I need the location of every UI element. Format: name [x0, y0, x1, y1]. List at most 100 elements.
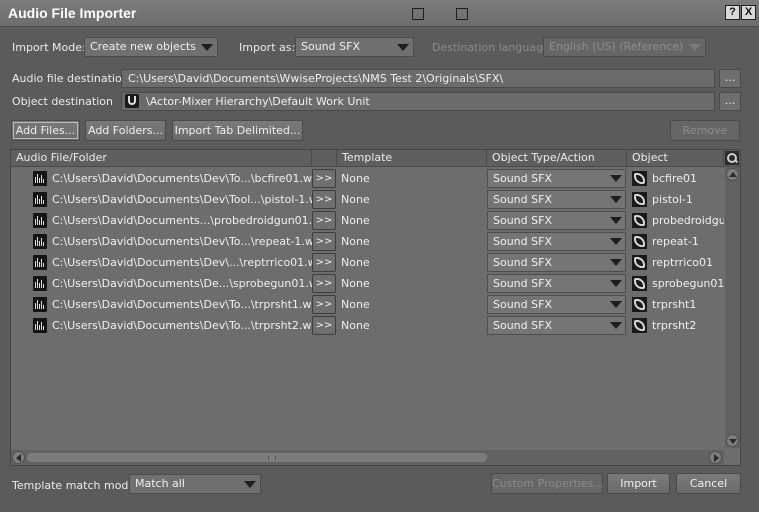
col-object-type[interactable]: Object Type/Action: [487, 150, 627, 167]
apply-button[interactable]: >>: [312, 316, 336, 335]
horizontal-scrollbar[interactable]: [11, 450, 724, 465]
scroll-up-icon[interactable]: [726, 168, 739, 181]
apply-button[interactable]: >>: [312, 211, 336, 230]
chevron-down-icon: [397, 44, 409, 51]
table-row[interactable]: C:\Users\David\Documents\Dev\To...\bcfir…: [11, 168, 724, 189]
import-button[interactable]: Import: [607, 473, 670, 494]
import-mode-select[interactable]: Create new objects: [84, 37, 218, 57]
search-icon[interactable]: [725, 151, 739, 165]
dock-icon[interactable]: [412, 8, 424, 20]
apply-button[interactable]: >>: [312, 253, 336, 272]
template-cell[interactable]: None: [341, 256, 370, 269]
title-bar: Audio File Importer ? X: [0, 0, 759, 27]
table-row[interactable]: C:\Users\David\Documents\Dev\Tool...\pis…: [11, 189, 724, 210]
file-path: C:\Users\David\Documents\Dev\To...\trprs…: [52, 319, 325, 332]
template-cell[interactable]: None: [341, 298, 370, 311]
chevron-down-icon: [610, 322, 622, 329]
col-action[interactable]: [312, 150, 337, 167]
undock-icon[interactable]: [456, 8, 468, 20]
chevron-down-icon: [689, 44, 701, 51]
apply-button[interactable]: >>: [312, 295, 336, 314]
sound-object-icon: [632, 171, 647, 186]
object-type-select[interactable]: Sound SFX: [487, 274, 626, 293]
import-tab-delimited-button[interactable]: Import Tab Delimited...: [172, 120, 303, 141]
template-cell[interactable]: None: [341, 319, 370, 332]
import-as-select[interactable]: Sound SFX: [295, 37, 414, 57]
apply-button[interactable]: >>: [312, 274, 336, 293]
template-match-mode-select[interactable]: Match all: [129, 474, 261, 494]
cancel-button[interactable]: Cancel: [676, 473, 741, 494]
template-cell[interactable]: None: [341, 235, 370, 248]
object-name[interactable]: repeat-1: [652, 235, 724, 248]
audio-destination-field[interactable]: C:\Users\David\Documents\WwiseProjects\N…: [121, 69, 715, 88]
apply-button[interactable]: >>: [312, 190, 336, 209]
object-type-select[interactable]: Sound SFX: [487, 169, 626, 188]
table-row[interactable]: C:\Users\David\Documents\De...\sprobegun…: [11, 273, 724, 294]
template-cell[interactable]: None: [341, 172, 370, 185]
wave-icon: [33, 297, 47, 312]
object-type-select[interactable]: Sound SFX: [487, 211, 626, 230]
object-name[interactable]: bcfire01: [652, 172, 724, 185]
window-title: Audio File Importer: [8, 5, 137, 21]
object-destination-browse-button[interactable]: ...: [719, 92, 741, 111]
object-name[interactable]: probedroidgun01: [652, 214, 724, 227]
help-button[interactable]: ?: [725, 5, 740, 20]
vertical-scrollbar[interactable]: [725, 167, 740, 448]
import-mode-label: Import Mode:: [12, 41, 86, 54]
table-row[interactable]: C:\Users\David\Documents\Dev\To...\repea…: [11, 231, 724, 252]
object-name[interactable]: trprsht2: [652, 319, 724, 332]
file-path: C:\Users\David\Documents\Dev\To...\repea…: [52, 235, 328, 248]
sound-object-icon: [632, 318, 647, 333]
import-as-label: Import as:: [239, 41, 296, 54]
col-object[interactable]: Object: [627, 150, 724, 167]
audio-destination-browse-button[interactable]: ...: [719, 69, 741, 88]
col-template[interactable]: Template: [337, 150, 487, 167]
file-path: C:\Users\David\Documents\Dev\Tool...\pis…: [52, 193, 332, 206]
work-unit-icon: [125, 94, 139, 108]
object-type-select[interactable]: Sound SFX: [487, 190, 626, 209]
chevron-down-icon: [610, 196, 622, 203]
object-type-select[interactable]: Sound SFX: [487, 232, 626, 251]
table-row[interactable]: C:\Users\David\Documents\Dev\To...\trprs…: [11, 294, 724, 315]
scroll-right-icon[interactable]: [709, 451, 722, 464]
object-name[interactable]: sprobegun01: [652, 277, 724, 290]
object-type-select[interactable]: Sound SFX: [487, 295, 626, 314]
destination-language-select[interactable]: English (US) (Reference): [543, 37, 706, 57]
wave-icon: [33, 171, 47, 186]
add-folders-button[interactable]: Add Folders...: [85, 120, 166, 141]
table-row[interactable]: C:\Users\David\Documents\Dev\...\reptrri…: [11, 252, 724, 273]
import-as-value: Sound SFX: [301, 40, 360, 53]
scroll-left-icon[interactable]: [12, 451, 25, 464]
template-cell[interactable]: None: [341, 277, 370, 290]
file-path: C:\Users\David\Documents\Dev\To...\bcfir…: [52, 172, 326, 185]
object-name[interactable]: pistol-1: [652, 193, 724, 206]
object-name[interactable]: trprsht1: [652, 298, 724, 311]
apply-button[interactable]: >>: [312, 169, 336, 188]
template-cell[interactable]: None: [341, 214, 370, 227]
table-header: Audio File/Folder Template Object Type/A…: [11, 150, 740, 167]
chevron-down-icon: [610, 217, 622, 224]
object-name[interactable]: reptrrico01: [652, 256, 724, 269]
remove-button[interactable]: Remove: [670, 120, 740, 141]
object-type-select[interactable]: Sound SFX: [487, 253, 626, 272]
object-type-value: Sound SFX: [493, 214, 552, 227]
table-row[interactable]: C:\Users\David\Documents...\probedroidgu…: [11, 210, 724, 231]
object-type-select[interactable]: Sound SFX: [487, 316, 626, 335]
object-destination-field[interactable]: \Actor-Mixer Hierarchy\Default Work Unit: [121, 92, 715, 111]
apply-button[interactable]: >>: [312, 232, 336, 251]
file-path: C:\Users\David\Documents\Dev\To...\trprs…: [52, 298, 325, 311]
template-cell[interactable]: None: [341, 193, 370, 206]
scroll-down-icon[interactable]: [726, 434, 739, 447]
destination-language-value: English (US) (Reference): [549, 40, 684, 53]
horizontal-scroll-thumb[interactable]: [27, 453, 487, 462]
object-type-value: Sound SFX: [493, 235, 552, 248]
col-audio-file[interactable]: Audio File/Folder: [11, 150, 312, 167]
add-files-button[interactable]: Add Files...: [11, 120, 80, 141]
custom-properties-button[interactable]: Custom Properties...: [491, 473, 604, 494]
template-match-mode-label: Template match mode:: [12, 479, 139, 492]
close-button[interactable]: X: [741, 5, 756, 20]
sound-object-icon: [632, 297, 647, 312]
template-match-mode-value: Match all: [135, 477, 185, 490]
table-row[interactable]: C:\Users\David\Documents\Dev\To...\trprs…: [11, 315, 724, 336]
file-path: C:\Users\David\Documents\De...\sprobegun…: [52, 277, 332, 290]
